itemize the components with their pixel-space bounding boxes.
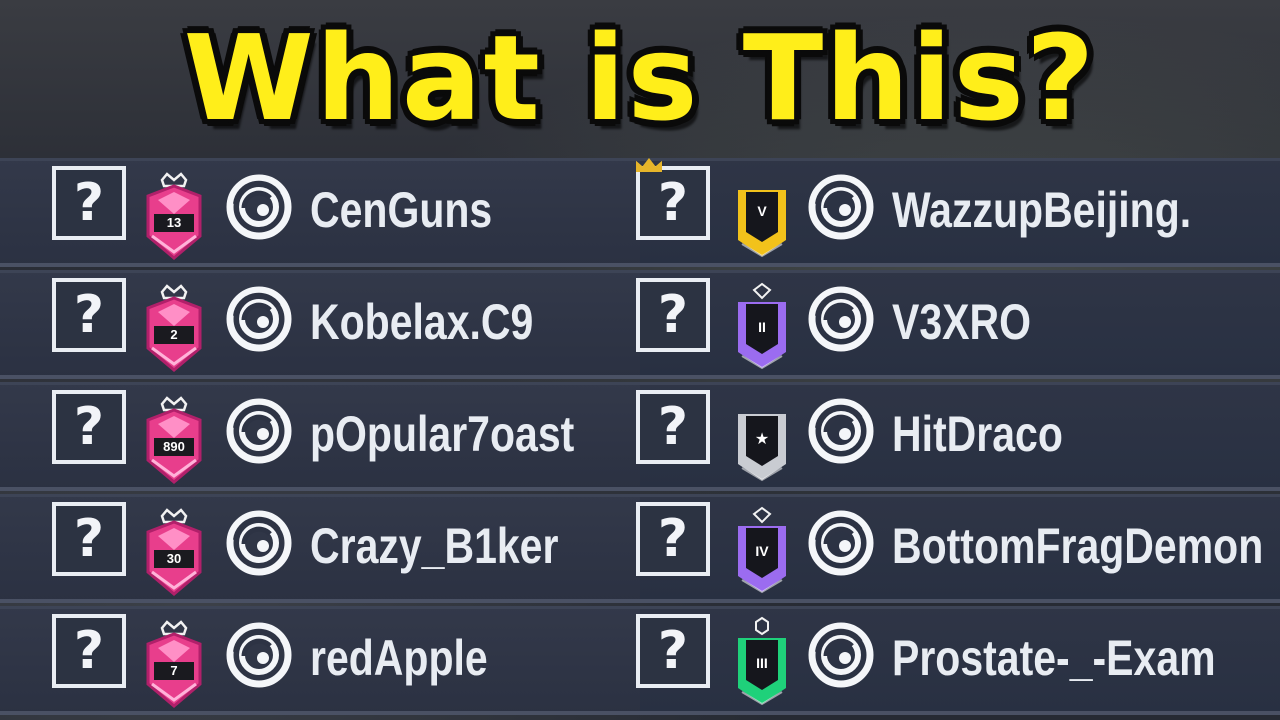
ubisoft-icon bbox=[808, 174, 874, 240]
rank-number: 30 bbox=[167, 551, 181, 566]
player-row[interactable]: ? IV BottomFragDemon bbox=[636, 494, 1280, 603]
rank-emerald-icon: III bbox=[722, 614, 802, 709]
operator-unknown-icon: ? bbox=[636, 278, 710, 352]
player-name: Crazy_B1ker bbox=[310, 518, 559, 574]
rank-champion-icon: 13 bbox=[134, 166, 214, 261]
player-name: redApple bbox=[310, 630, 488, 686]
page-title: What is This? bbox=[183, 9, 1097, 147]
player-name: pOpular7oast bbox=[310, 406, 575, 462]
rank-number: 13 bbox=[167, 215, 181, 230]
rank-champion-icon: 2 bbox=[134, 278, 214, 373]
player-name: Kobelax.C9 bbox=[310, 294, 534, 350]
operator-unknown-icon: ? bbox=[52, 502, 126, 576]
right-team: ? V WazzupBeijing. ? II V3XRO ? ★ HitDra… bbox=[636, 158, 1280, 718]
rank-champion-icon: 890 bbox=[134, 390, 214, 485]
operator-unknown-icon: ? bbox=[52, 390, 126, 464]
operator-unknown-icon: ? bbox=[636, 390, 710, 464]
operator-unknown-icon: ? bbox=[636, 158, 710, 240]
rank-number: III bbox=[756, 655, 768, 671]
ubisoft-icon bbox=[226, 622, 292, 688]
ubisoft-icon bbox=[226, 174, 292, 240]
operator-unknown-icon: ? bbox=[636, 614, 710, 688]
player-row[interactable]: ? 30 Crazy_B1ker bbox=[0, 494, 640, 603]
player-row[interactable]: ? 890 pOpular7oast bbox=[0, 382, 640, 491]
ubisoft-icon bbox=[808, 622, 874, 688]
player-name: V3XRO bbox=[892, 294, 1032, 350]
player-name: BottomFragDemon bbox=[892, 518, 1264, 574]
player-row[interactable]: ? II V3XRO bbox=[636, 270, 1280, 379]
player-name: WazzupBeijing. bbox=[892, 182, 1192, 238]
ubisoft-icon bbox=[226, 510, 292, 576]
operator-unknown-icon: ? bbox=[52, 278, 126, 352]
rank-number: 7 bbox=[170, 663, 177, 678]
rank-diamond-icon: IV bbox=[722, 502, 802, 597]
player-row[interactable]: ? V WazzupBeijing. bbox=[636, 158, 1280, 267]
operator-unknown-icon: ? bbox=[636, 502, 710, 576]
rank-diamond-icon: II bbox=[722, 278, 802, 373]
player-name: HitDraco bbox=[892, 406, 1063, 462]
crown-icon bbox=[636, 158, 662, 172]
rank-unranked-icon: ★ bbox=[722, 390, 802, 485]
player-name: Prostate-_-Exam bbox=[892, 630, 1216, 686]
rank-number: 890 bbox=[163, 439, 185, 454]
operator-unknown-icon: ? bbox=[52, 614, 126, 688]
ubisoft-icon bbox=[226, 286, 292, 352]
rank-number: 2 bbox=[170, 327, 177, 342]
ubisoft-icon bbox=[808, 286, 874, 352]
rank-champion-icon: 30 bbox=[134, 502, 214, 597]
player-row[interactable]: ? 13 CenGuns bbox=[0, 158, 640, 267]
player-row[interactable]: ? III Prostate-_-Exam bbox=[636, 606, 1280, 715]
rank-number: V bbox=[757, 203, 767, 219]
rank-number: IV bbox=[755, 543, 769, 559]
player-row[interactable]: ? 2 Kobelax.C9 bbox=[0, 270, 640, 379]
rank-gold-icon: V bbox=[722, 166, 802, 261]
ubisoft-icon bbox=[808, 510, 874, 576]
rank-number: II bbox=[758, 319, 766, 335]
rank-star: ★ bbox=[755, 429, 769, 448]
left-team: ? 13 CenGuns ? 2 Kobelax.C9 ? 890 pOpula… bbox=[0, 158, 640, 718]
operator-unknown-icon: ? bbox=[52, 166, 126, 240]
ubisoft-icon bbox=[226, 398, 292, 464]
rank-champion-icon: 7 bbox=[134, 614, 214, 709]
ubisoft-icon bbox=[808, 398, 874, 464]
player-name: CenGuns bbox=[310, 182, 493, 238]
player-row[interactable]: ? 7 redApple bbox=[0, 606, 640, 715]
player-row[interactable]: ? ★ HitDraco bbox=[636, 382, 1280, 491]
